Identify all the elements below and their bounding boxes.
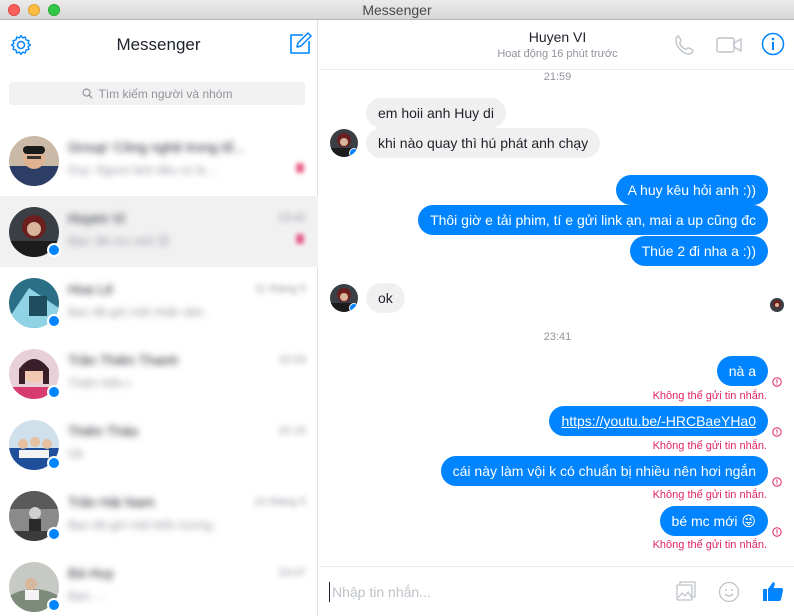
- avatar: [9, 348, 61, 399]
- conversation-time: 23:07: [278, 567, 306, 579]
- unread-marker: [296, 234, 304, 244]
- messenger-badge-icon: [47, 242, 61, 257]
- conversation-snippet: Thiện hiểu r: [68, 376, 132, 390]
- gear-icon[interactable]: [9, 33, 33, 57]
- message-outgoing-failed[interactable]: bé mc mới 😜: [659, 506, 768, 536]
- conversation-snippet: Duy: Ngươi ảnh đầu có là ...: [68, 163, 219, 177]
- window-title: Messenger: [362, 1, 432, 18]
- conversation-item[interactable]: Group' Công nghệ trong tổ... Duy: Ngươi …: [0, 125, 318, 196]
- message-outgoing-failed[interactable]: nà a: [716, 356, 768, 386]
- timestamp: 21:59: [543, 71, 572, 83]
- send-error-text: Không thể gửi tin nhắn.: [652, 489, 767, 501]
- like-icon[interactable]: [761, 579, 785, 603]
- conversation-time: 22:03: [278, 354, 306, 366]
- conversation-snippet: Bạn đã gửi một biểu tượng.: [68, 518, 216, 532]
- window-controls: [8, 4, 60, 16]
- conversation-time: 11 tháng 5: [254, 283, 306, 295]
- avatar: [9, 135, 59, 186]
- error-icon[interactable]: [772, 427, 782, 437]
- conversation-list: Group' Công nghệ trong tổ... Duy: Ngươi …: [0, 125, 318, 616]
- messenger-badge-icon: [47, 313, 61, 328]
- search-icon: [82, 88, 93, 99]
- conversation-name: Group' Công nghệ trong tổ...: [68, 139, 246, 155]
- conversation-snippet: Ok: [68, 447, 84, 461]
- avatar: [9, 490, 61, 541]
- conversation-snippet: Bạn: Bé mc mới 😊: [68, 234, 170, 248]
- message-outgoing-failed[interactable]: cái này làm vội k có chuẩn bị nhiều nên …: [440, 456, 768, 486]
- avatar: [9, 277, 61, 328]
- message-incoming[interactable]: em hoii anh Huy di: [366, 98, 506, 128]
- message-incoming[interactable]: ok: [366, 283, 405, 313]
- messenger-badge-icon: [47, 455, 61, 470]
- message-thread: 21:59 em hoii anh Huy di khi nào quay th…: [319, 70, 794, 566]
- conversation-name: Trần Thiên Thanh: [68, 352, 179, 368]
- video-icon[interactable]: [716, 36, 743, 54]
- message-input[interactable]: [329, 582, 649, 602]
- emoji-icon[interactable]: [718, 581, 740, 603]
- messenger-badge-icon: [349, 148, 358, 157]
- messenger-badge-icon: [349, 303, 358, 312]
- search-input[interactable]: Tìm kiếm người và nhóm: [9, 82, 305, 105]
- avatar: [9, 206, 61, 257]
- messenger-badge-icon: [47, 597, 61, 612]
- conversation-item[interactable]: Hoa Lê Bạn đã gửi một nhãn dán. 11 tháng…: [0, 267, 318, 338]
- message-outgoing-link[interactable]: https://youtu.be/-HRCBaeYHa0: [549, 406, 768, 436]
- minimize-window-button[interactable]: [28, 4, 40, 16]
- message-composer: [319, 566, 794, 616]
- conversation-item[interactable]: Thiên Thảo Ok 22:15: [0, 409, 318, 480]
- window-titlebar: Messenger: [0, 0, 794, 20]
- conversation-time: 22:15: [278, 425, 306, 437]
- avatar: [9, 419, 61, 470]
- timestamp: 23:41: [543, 331, 572, 343]
- conversation-snippet: Bạn đã gửi một nhãn dán.: [68, 305, 207, 319]
- phone-icon[interactable]: [673, 33, 697, 57]
- messenger-badge-icon: [47, 526, 61, 541]
- error-icon[interactable]: [772, 477, 782, 487]
- peer-avatar: [330, 129, 358, 157]
- conversation-time: 10 tháng 5: [254, 496, 306, 508]
- close-window-button[interactable]: [8, 4, 20, 16]
- unread-marker: [296, 163, 304, 173]
- compose-icon[interactable]: [288, 32, 312, 56]
- conversation-sidebar: Messenger Tìm kiếm người và nhóm Group' …: [0, 20, 318, 616]
- info-icon[interactable]: [761, 32, 785, 56]
- message-incoming[interactable]: khi nào quay thì hú phát anh chạy: [366, 128, 601, 158]
- search-placeholder: Tìm kiếm người và nhóm: [98, 86, 233, 101]
- zoom-window-button[interactable]: [48, 4, 60, 16]
- conversation-time: 23:41: [278, 212, 306, 224]
- sidebar-header: Messenger: [0, 20, 317, 70]
- conversation-item[interactable]: Trần Thiên Thanh Thiện hiểu r 22:03: [0, 338, 318, 409]
- send-error-text: Không thể gửi tin nhắn.: [652, 390, 767, 402]
- message-outgoing[interactable]: A huy kêu hỏi anh :)): [615, 175, 768, 205]
- conversation-item[interactable]: Trần Hải Nam Bạn đã gửi một biểu tượng. …: [0, 480, 318, 551]
- conversation-snippet: Bạn: ...: [68, 589, 107, 603]
- image-icon[interactable]: [675, 581, 697, 603]
- error-icon[interactable]: [772, 527, 782, 537]
- avatar: [9, 561, 61, 612]
- seen-indicator-avatar: [770, 298, 784, 312]
- conversation-item[interactable]: Bá Huy Bạn: ... 23:07: [0, 551, 318, 616]
- conversation-item-active[interactable]: Huyen Vi Bạn: Bé mc mới 😊 23:41: [0, 196, 318, 267]
- send-error-text: Không thể gửi tin nhắn.: [652, 440, 767, 452]
- chat-header: Huyen VI Hoạt động 16 phút trước: [319, 20, 794, 70]
- sidebar-title: Messenger: [116, 35, 201, 54]
- conversation-name: Thiên Thảo: [68, 423, 139, 439]
- error-icon[interactable]: [772, 377, 782, 387]
- message-outgoing[interactable]: Thúe 2 đi nha a :)): [629, 236, 768, 266]
- messenger-badge-icon: [47, 384, 61, 399]
- conversation-name: Bá Huy: [68, 565, 114, 581]
- peer-avatar: [330, 284, 358, 312]
- chat-panel: Huyen VI Hoạt động 16 phút trước 21:59 e…: [319, 20, 794, 616]
- message-outgoing[interactable]: Thôi giờ e tải phim, tí e gửi link ạn, m…: [418, 205, 768, 235]
- conversation-name: Huyen Vi: [68, 210, 125, 226]
- send-error-text: Không thể gửi tin nhắn.: [652, 539, 767, 551]
